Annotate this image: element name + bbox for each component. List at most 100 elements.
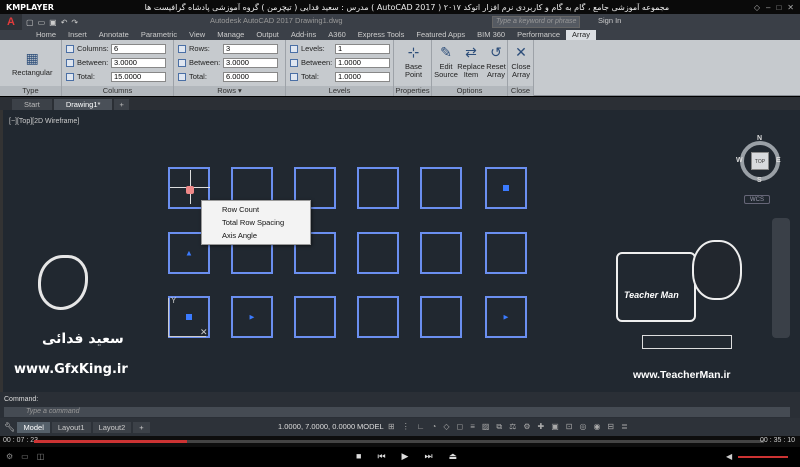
polar-toggle-icon[interactable]: ◔ [432, 422, 437, 432]
array-item[interactable] [357, 232, 399, 274]
clean-screen-icon[interactable]: ⊟ [607, 422, 614, 432]
array-item[interactable] [357, 167, 399, 209]
menu-item-axis-angle[interactable]: Axis Angle [202, 229, 310, 242]
transparency-icon[interactable]: ▨ [482, 422, 490, 432]
isolate-objects-icon[interactable]: ◎ [579, 422, 586, 432]
volume-icon[interactable]: ◀ [726, 452, 732, 461]
array-item[interactable] [420, 296, 462, 338]
new-tab-button[interactable]: + [114, 99, 129, 110]
tab-layout2[interactable]: Layout2 [92, 421, 132, 433]
compass-east[interactable]: E [776, 157, 781, 164]
viewport-controls[interactable]: [−][Top][2D Wireframe] [9, 118, 79, 125]
array-item[interactable]: ► [231, 296, 273, 338]
compass-south[interactable]: S [757, 177, 762, 184]
autocad-app-icon[interactable]: A [0, 14, 22, 30]
base-point-button[interactable]: ⊹ Base Point [396, 44, 431, 79]
coordinate-readout[interactable]: 1.0000, 7.0000, 0.0000 [278, 422, 355, 431]
redo-icon[interactable]: ↷ [71, 18, 78, 27]
eject-icon[interactable]: ⏏︎ [449, 451, 458, 462]
ribbon-tab-add-ins[interactable]: Add-ins [285, 30, 322, 40]
array-item[interactable] [420, 232, 462, 274]
new-file-icon[interactable]: ▢ [26, 18, 34, 27]
annotation-scale-icon[interactable]: ⚖ [509, 422, 516, 432]
ribbon-tab-express-tools[interactable]: Express Tools [352, 30, 411, 40]
reset-array-button[interactable]: ↺ Reset Array [484, 44, 508, 79]
rows-between-field[interactable] [223, 57, 278, 68]
tab-model[interactable]: Model [17, 421, 50, 433]
columns-between-field[interactable] [111, 57, 166, 68]
menu-item-total-row-spacing[interactable]: Total Row Spacing [202, 216, 310, 229]
viewcube[interactable]: TOP N S E W [736, 135, 782, 195]
navigation-bar[interactable] [772, 218, 790, 338]
columns-count-field[interactable] [111, 43, 166, 54]
lineweight-icon[interactable]: ≡ [470, 422, 475, 432]
hardware-acceleration-icon[interactable]: ◉ [593, 422, 600, 432]
ribbon-tab-featured-apps[interactable]: Featured Apps [410, 30, 471, 40]
array-item[interactable] [294, 296, 336, 338]
ribbon-tab-bim-360[interactable]: BIM 360 [471, 30, 511, 40]
ribbon-tab-insert[interactable]: Insert [62, 30, 93, 40]
pin-icon[interactable]: ◇ [754, 3, 760, 12]
previous-icon[interactable]: ⏮︎ [377, 451, 385, 462]
array-item[interactable] [485, 232, 527, 274]
isodraft-icon[interactable]: ◇ [443, 422, 449, 432]
maximize-icon[interactable]: □ [776, 3, 781, 12]
rows-count-field[interactable] [223, 43, 278, 54]
close-icon[interactable]: ✕ [787, 3, 794, 12]
rectangular-button[interactable]: ▦ Rectangular [12, 50, 52, 77]
undo-icon[interactable]: ↶ [61, 18, 68, 27]
ortho-toggle-icon[interactable]: ∟ [417, 422, 425, 432]
save-icon[interactable]: ▣ [49, 18, 57, 27]
ribbon-tab-annotate[interactable]: Annotate [93, 30, 135, 40]
open-file-icon[interactable]: ▭ [38, 18, 46, 27]
grid-toggle-icon[interactable]: ⊞ [388, 422, 395, 432]
quick-properties-icon[interactable]: ⊡ [566, 422, 573, 432]
snap-toggle-icon[interactable]: ⋮ [402, 422, 410, 432]
compass-north[interactable]: N [757, 135, 762, 142]
close-array-button[interactable]: ✕ Close Array [510, 44, 532, 79]
annotation-monitor-icon[interactable]: ✚ [537, 422, 544, 432]
ribbon-tab-view[interactable]: View [183, 30, 211, 40]
tab-layout1[interactable]: Layout1 [51, 421, 91, 433]
play-icon[interactable]: ▶ [402, 451, 409, 462]
model-space-toggle[interactable]: MODEL [357, 422, 384, 431]
array-item[interactable]: ► [485, 296, 527, 338]
search-input[interactable]: Type a keyword or phrase [492, 16, 580, 28]
ribbon-tab-home[interactable]: Home [30, 30, 62, 40]
ribbon-tab-manage[interactable]: Manage [211, 30, 250, 40]
fullscreen-icon[interactable]: ▭ [21, 452, 29, 461]
columns-total-field[interactable] [111, 71, 166, 82]
seek-bar[interactable] [34, 440, 764, 443]
volume-slider[interactable] [738, 456, 788, 458]
ribbon-tab-performance[interactable]: Performance [511, 30, 566, 40]
levels-total-field[interactable] [335, 71, 390, 82]
ribbon-tab-array[interactable]: Array [566, 30, 596, 40]
array-item[interactable] [485, 167, 527, 209]
add-layout-button[interactable]: + [133, 421, 150, 433]
selection-cycling-icon[interactable]: ⧉ [496, 422, 502, 432]
array-item[interactable] [357, 296, 399, 338]
grip-marker[interactable] [186, 186, 194, 194]
sign-in-button[interactable]: Sign In [598, 16, 621, 25]
wrench-icon[interactable]: 🔧︎ [4, 422, 15, 433]
rows-total-field[interactable] [223, 71, 278, 82]
units-icon[interactable]: ▣ [551, 422, 559, 432]
workspace-gear-icon[interactable]: ⚙ [523, 422, 530, 432]
array-item[interactable] [420, 167, 462, 209]
edit-source-button[interactable]: ✎ Edit Source [434, 44, 458, 79]
compass-west[interactable]: W [736, 157, 743, 164]
tab-drawing1[interactable]: Drawing1* [53, 99, 113, 110]
wcs-menu[interactable]: WCS [744, 195, 770, 204]
ribbon-tab-parametric[interactable]: Parametric [135, 30, 183, 40]
osnap-icon[interactable]: ◻ [457, 422, 464, 432]
3d-icon[interactable]: ◫ [37, 452, 45, 461]
panel-label-rows[interactable]: Rows ▾ [174, 86, 285, 96]
command-input[interactable]: Type a command [4, 407, 790, 417]
levels-between-field[interactable] [335, 57, 390, 68]
ribbon-tab-a360[interactable]: A360 [322, 30, 352, 40]
customization-menu-icon[interactable]: ≣ [621, 422, 628, 432]
tab-start[interactable]: Start [12, 99, 52, 110]
settings-icon[interactable]: ⚙ [6, 452, 13, 461]
next-icon[interactable]: ⏭︎ [424, 451, 432, 462]
replace-item-button[interactable]: ⇄ Replace Item [457, 44, 485, 79]
